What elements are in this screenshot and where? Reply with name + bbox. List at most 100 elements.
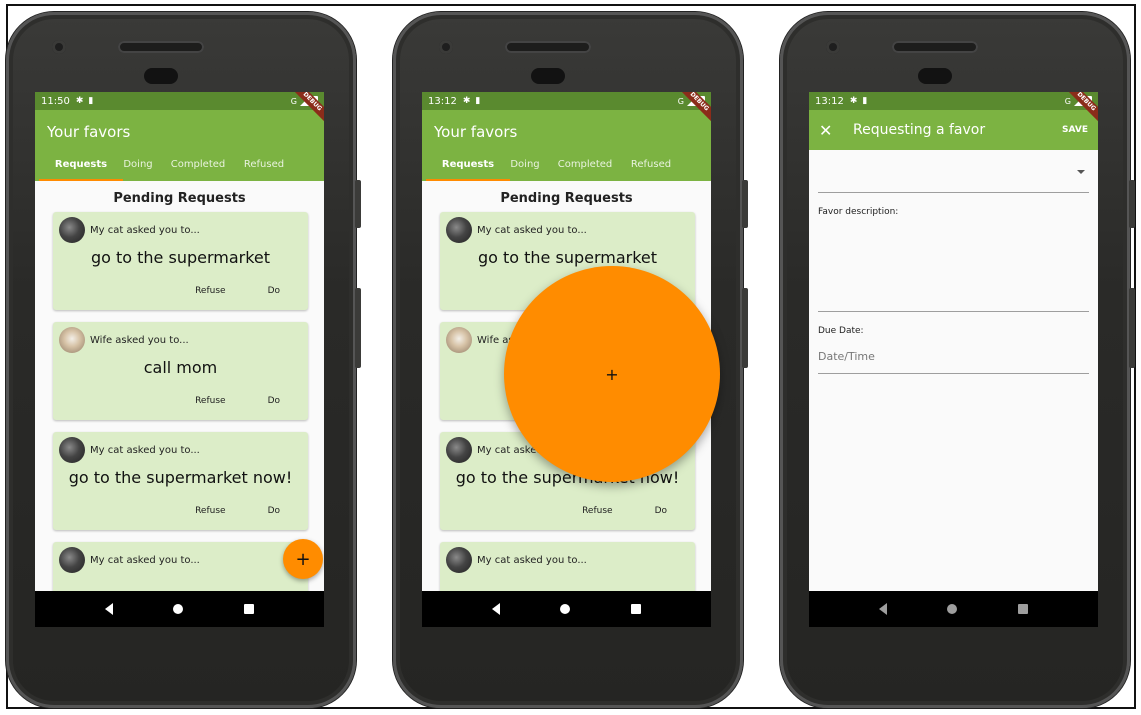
tab-bar: Requests Doing Completed Refused xyxy=(35,147,324,181)
page-title: Requesting a favor xyxy=(853,122,986,138)
due-date-label: Due Date: xyxy=(818,326,864,336)
save-button[interactable]: SAVE xyxy=(1062,125,1088,135)
description-field[interactable] xyxy=(818,217,1089,312)
android-nav-bar xyxy=(809,591,1098,627)
kitten-avatar xyxy=(446,327,472,353)
tab-requests[interactable]: Requests xyxy=(426,147,510,181)
cat-avatar xyxy=(446,437,472,463)
requester-label: My cat asked you to... xyxy=(90,224,200,236)
requester-label: My cat asked you to... xyxy=(477,224,587,236)
favor-card: My cat asked you to... go to the superma… xyxy=(53,432,308,530)
tab-doing[interactable]: Doing xyxy=(506,147,544,181)
back-icon[interactable] xyxy=(879,603,888,615)
dropdown-arrow-icon xyxy=(1077,170,1085,174)
power-button xyxy=(355,288,361,368)
requester-label: My cat asked you to... xyxy=(477,554,587,566)
requester-label: My cat asked you to... xyxy=(90,444,200,456)
volume-button xyxy=(742,180,748,228)
tab-refused[interactable]: Refused xyxy=(239,147,289,181)
tab-completed[interactable]: Completed xyxy=(165,147,231,181)
favor-task: go to the supermarket xyxy=(477,248,658,267)
back-icon[interactable] xyxy=(105,603,114,615)
top-speaker xyxy=(118,41,204,53)
android-nav-bar xyxy=(422,591,711,627)
refuse-button[interactable]: Refuse xyxy=(195,286,226,296)
tab-refused[interactable]: Refused xyxy=(626,147,676,181)
app-title: Your favors xyxy=(47,123,131,141)
status-time: 11:50 xyxy=(41,95,70,107)
tab-doing[interactable]: Doing xyxy=(119,147,157,181)
sd-card-status-icon: ▮ xyxy=(862,96,868,106)
screen: 11:50 ✱ ▮ G DEBUG Your favors Requests D… xyxy=(35,92,324,627)
cat-avatar xyxy=(59,217,85,243)
power-button xyxy=(1129,288,1135,368)
friend-dropdown[interactable] xyxy=(818,150,1089,193)
do-button[interactable]: Do xyxy=(655,506,667,516)
requester-label: My cat asked you to... xyxy=(90,554,200,566)
do-button[interactable]: Do xyxy=(268,286,280,296)
home-icon[interactable] xyxy=(560,604,571,614)
earpiece xyxy=(144,68,178,84)
due-date-field[interactable]: Date/Time xyxy=(818,350,1089,374)
sd-card-status-icon: ▮ xyxy=(475,96,481,106)
volume-button xyxy=(355,180,361,228)
sd-card-status-icon: ▮ xyxy=(88,96,94,106)
top-speaker xyxy=(892,41,978,53)
front-camera xyxy=(826,40,840,54)
app-bar: Your favors Requests Doing Completed Ref… xyxy=(35,110,324,181)
close-icon[interactable]: ✕ xyxy=(819,121,841,140)
do-button[interactable]: Do xyxy=(268,396,280,406)
description-label: Favor description: xyxy=(818,207,899,217)
section-title: Pending Requests xyxy=(113,191,246,206)
phone-3: 13:12 ✱ ▮ G DEBUG ✕ Requesting a favor S… xyxy=(780,12,1135,708)
screen: 13:12 ✱ ▮ G DEBUG ✕ Requesting a favor S… xyxy=(809,92,1098,627)
recents-icon[interactable] xyxy=(1017,604,1028,614)
back-icon[interactable] xyxy=(492,603,501,615)
power-button xyxy=(742,288,748,368)
cat-avatar xyxy=(446,547,472,573)
app-bar: Your favors Requests Doing Completed Ref… xyxy=(422,110,711,181)
refuse-button[interactable]: Refuse xyxy=(195,396,226,406)
status-bar: 11:50 ✱ ▮ G DEBUG xyxy=(35,92,324,124)
favor-task: go to the supermarket now! xyxy=(68,468,293,487)
requests-list: Pending Requests My cat asked you to... … xyxy=(35,181,324,627)
home-icon[interactable] xyxy=(173,604,184,614)
front-camera xyxy=(439,40,453,54)
favor-task: go to the supermarket xyxy=(90,248,271,267)
do-button[interactable]: Do xyxy=(268,506,280,516)
favor-task: call mom xyxy=(143,358,218,377)
settings-status-icon: ✱ xyxy=(849,96,858,106)
network-type-icon: G xyxy=(677,96,684,106)
expanding-fab[interactable]: + xyxy=(504,266,720,482)
favor-form: Favor description: Due Date: Date/Time xyxy=(809,150,1098,374)
refuse-button[interactable]: Refuse xyxy=(582,506,613,516)
recents-icon[interactable] xyxy=(243,604,254,614)
section-title: Pending Requests xyxy=(500,191,633,206)
earpiece xyxy=(918,68,952,84)
tab-bar: Requests Doing Completed Refused xyxy=(422,147,711,181)
status-bar: 13:12 ✱ ▮ G DEBUG xyxy=(809,92,1098,124)
favor-card: My cat asked you to... go to the superma… xyxy=(53,212,308,310)
cat-avatar xyxy=(446,217,472,243)
app-title: Your favors xyxy=(434,123,518,141)
volume-button xyxy=(1129,180,1135,228)
requester-label: Wife asked you to... xyxy=(90,334,189,346)
front-camera xyxy=(52,40,66,54)
network-type-icon: G xyxy=(1064,96,1071,106)
home-icon[interactable] xyxy=(947,604,958,614)
refuse-button[interactable]: Refuse xyxy=(195,506,226,516)
favor-card: Wife asked you to... call mom Refuse Do xyxy=(53,322,308,420)
earpiece xyxy=(531,68,565,84)
recents-icon[interactable] xyxy=(630,604,641,614)
add-favor-fab[interactable]: + xyxy=(283,539,323,579)
status-time: 13:12 xyxy=(815,95,844,107)
network-type-icon: G xyxy=(290,96,297,106)
kitten-avatar xyxy=(59,327,85,353)
tab-requests[interactable]: Requests xyxy=(39,147,123,181)
tab-completed[interactable]: Completed xyxy=(552,147,618,181)
android-nav-bar xyxy=(35,591,324,627)
cat-avatar xyxy=(59,437,85,463)
cat-avatar xyxy=(59,547,85,573)
settings-status-icon: ✱ xyxy=(75,96,84,106)
top-speaker xyxy=(505,41,591,53)
